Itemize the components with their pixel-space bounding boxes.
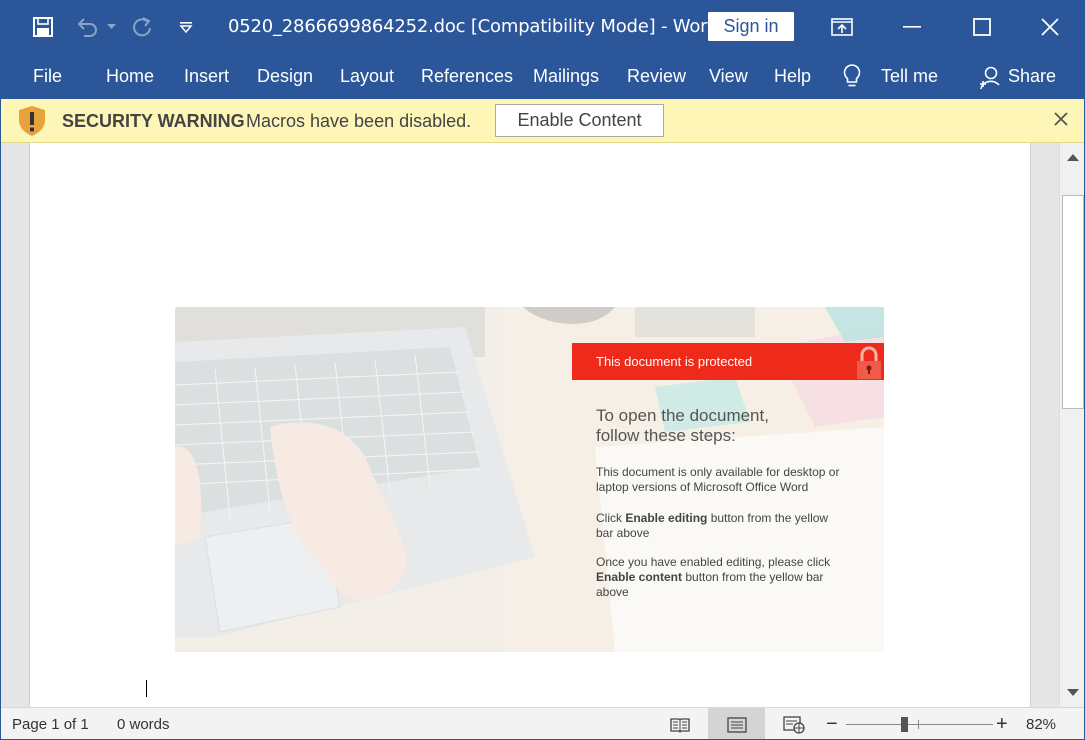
close-icon[interactable]: [1035, 9, 1065, 45]
instructions-paragraph-1: This document is only available for desk…: [596, 465, 840, 494]
scrollbar-thumb[interactable]: [1062, 195, 1084, 409]
print-layout-icon[interactable]: [708, 708, 765, 739]
tab-references[interactable]: References: [421, 66, 513, 87]
save-icon[interactable]: [29, 9, 57, 45]
zoom-slider-center-tick: [918, 720, 919, 729]
tab-file[interactable]: File: [33, 66, 62, 87]
lightbulb-icon[interactable]: [843, 64, 861, 93]
word-count[interactable]: 0 words: [117, 716, 170, 733]
ribbon-display-options-icon[interactable]: [827, 9, 857, 45]
redo-icon[interactable]: [128, 9, 156, 45]
zoom-slider[interactable]: [846, 724, 993, 725]
text-cursor: [146, 680, 147, 697]
page-count[interactable]: Page 1 of 1: [12, 716, 89, 733]
document-embedded-image: This document is protected To open the d…: [175, 307, 884, 652]
undo-dropdown-icon[interactable]: [104, 9, 118, 45]
customize-toolbar-icon[interactable]: [175, 9, 197, 45]
scroll-up-arrow-icon[interactable]: [1061, 145, 1084, 169]
title-bar: 0520_2866699864252.doc [Compatibility Mo…: [1, 1, 1084, 53]
protected-banner: This document is protected: [572, 343, 884, 380]
instructions-heading-line2: follow these steps:: [596, 426, 736, 445]
vertical-scrollbar[interactable]: [1059, 143, 1084, 707]
tab-view[interactable]: View: [709, 66, 748, 87]
security-warning-bar: SECURITY WARNING Macros have been disabl…: [1, 99, 1084, 143]
tab-tell-me[interactable]: Tell me: [881, 66, 938, 87]
zoom-in-icon[interactable]: +: [996, 713, 1008, 736]
tab-design[interactable]: Design: [257, 66, 313, 87]
shield-warning-icon: [18, 105, 46, 142]
ribbon-tabs: File Home Insert Design Layout Reference…: [1, 53, 1084, 99]
enable-content-button[interactable]: Enable Content: [495, 104, 664, 137]
window-title: 0520_2866699864252.doc [Compatibility Mo…: [228, 16, 719, 37]
zoom-slider-thumb[interactable]: [901, 717, 909, 732]
status-bar: Page 1 of 1 0 words − + 82%: [1, 707, 1084, 739]
protected-banner-text: This document is protected: [596, 354, 753, 369]
tab-insert[interactable]: Insert: [184, 66, 229, 87]
instructions-paragraph-2: Click Enable editing button from the yel…: [596, 511, 829, 540]
close-warning-icon[interactable]: [1053, 111, 1069, 132]
scroll-down-arrow-icon[interactable]: [1061, 681, 1084, 705]
tab-layout[interactable]: Layout: [340, 66, 394, 87]
security-warning-message: Macros have been disabled.: [246, 111, 472, 131]
tab-home[interactable]: Home: [106, 66, 154, 87]
tab-help[interactable]: Help: [774, 66, 811, 87]
maximize-icon[interactable]: [967, 9, 997, 45]
instructions-paragraph-3: Once you have enabled editing, please cl…: [596, 555, 831, 599]
minimize-icon[interactable]: [897, 9, 927, 45]
zoom-level[interactable]: 82%: [1026, 716, 1056, 733]
instructions-heading: To open the document, follow these steps…: [596, 406, 826, 446]
share-person-icon[interactable]: [979, 66, 1001, 95]
web-layout-icon[interactable]: [779, 708, 809, 739]
zoom-out-icon[interactable]: −: [826, 713, 838, 736]
instructions-heading-line1: To open the document,: [596, 406, 769, 425]
undo-icon[interactable]: [73, 9, 101, 45]
tab-review[interactable]: Review: [627, 66, 686, 87]
word-window: 0520_2866699864252.doc [Compatibility Mo…: [0, 0, 1085, 740]
sign-in-button[interactable]: Sign in: [708, 12, 794, 41]
security-warning-title: SECURITY WARNING: [62, 111, 245, 131]
tab-mailings[interactable]: Mailings: [533, 66, 599, 87]
tab-share[interactable]: Share: [1008, 66, 1056, 87]
read-mode-icon[interactable]: [665, 708, 695, 739]
